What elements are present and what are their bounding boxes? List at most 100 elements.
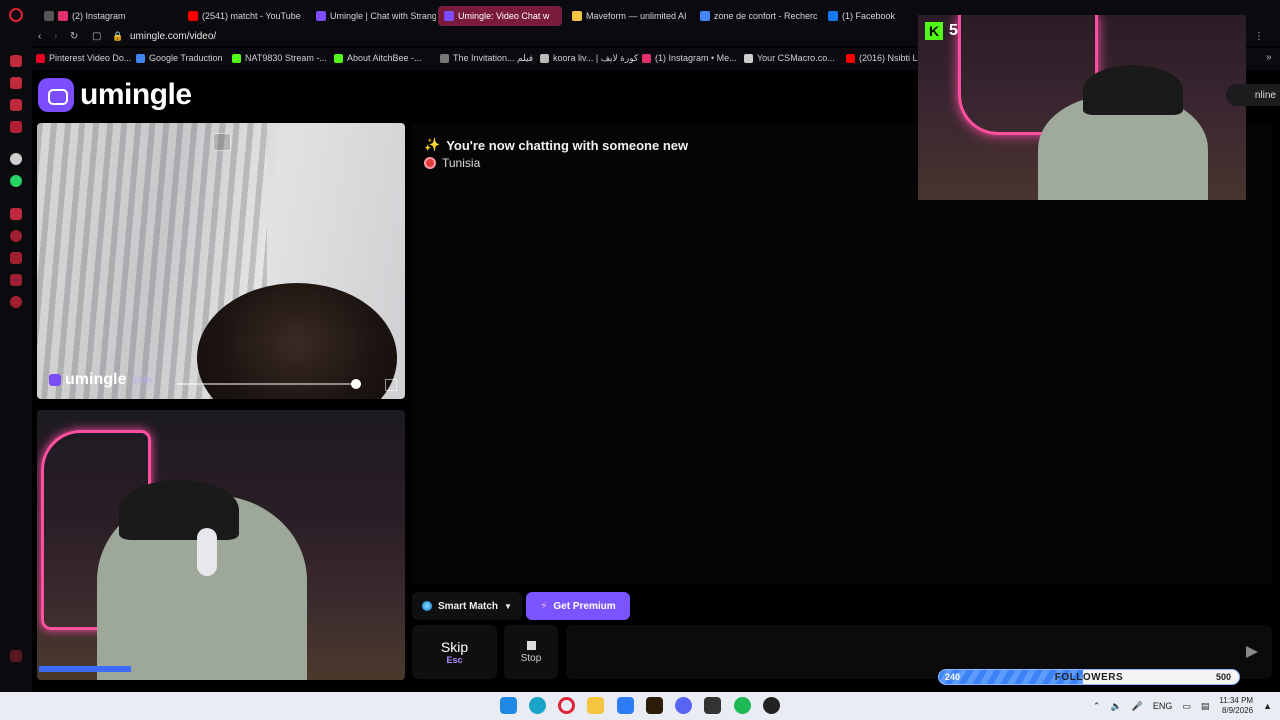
bookmark-favicon-icon [36,53,45,63]
tab-4[interactable]: Maveform — unlimited AI [566,6,692,26]
sidebar-history-icon[interactable] [10,230,22,242]
file-explorer-icon[interactable] [587,697,604,714]
bookmark-favicon-icon [744,53,753,63]
bookmark-favicon-icon [232,53,241,63]
back-icon[interactable]: ‹ [38,31,41,42]
notification-icon[interactable]: ▲ [1263,701,1272,711]
speaker-icon[interactable]: 🔈 [1110,701,1121,712]
umingle-watermark-icon [49,374,61,386]
bookmark-favicon-icon [540,54,549,63]
bookmark-3[interactable]: About AitchBee -... [334,53,422,63]
youtube-favicon-icon [188,11,198,21]
follower-goal-bar: 240 FOLLOWERS 500 [938,669,1240,685]
sidebar-whatsapp-icon[interactable] [10,175,22,187]
instagram-favicon-icon [58,11,68,21]
smart-match-dropdown[interactable]: Smart Match ▼ [412,592,522,620]
chat-status: ✨ You're now chatting with someone new [424,137,689,153]
video-watermark: umingle .com [49,371,152,389]
sidebar-more-icon[interactable] [10,650,22,662]
cap [119,480,239,540]
windows-start-icon[interactable] [500,697,517,714]
sidebar-extensions-icon[interactable] [10,274,22,286]
security-icon[interactable] [617,697,634,714]
microphone-icon[interactable]: 🎤 [1132,701,1143,712]
forward-icon[interactable]: › [54,31,57,42]
stop-button[interactable]: Stop [504,625,558,679]
bookmark-favicon-icon [334,53,343,63]
maveform-favicon-icon [572,11,582,21]
google-favicon-icon [700,11,710,21]
browser-sidebar [0,0,32,692]
reload-icon[interactable]: ↻ [70,31,78,42]
bookmark-6[interactable]: (1) Instagram • Me... [642,53,737,63]
sidebar-chatgpt-icon[interactable] [10,153,22,165]
windows-taskbar: ⌃ 🔈 🎤 ENG ▭ ▤ 11:34 PM 8/9/2026 ▲ [0,692,1280,720]
bookmark-2[interactable]: NAT9830 Stream -... [232,53,327,63]
audio-level-meter [39,666,131,672]
sidebar-downloads-icon[interactable] [10,252,22,264]
sidebar-aria-icon[interactable] [10,55,22,67]
bookmark-0[interactable]: Pinterest Video Do... [36,53,131,63]
stranger-video: umingle .com [37,123,405,399]
sidebar-player-icon[interactable] [10,208,22,220]
lock-icon: 🔒 [112,31,124,41]
volume-slider-handle[interactable] [351,379,361,389]
stop-icon [526,640,536,650]
volume-slider[interactable] [177,383,357,385]
streamer-webcam-overlay [918,15,1246,200]
country-row: Tunisia [424,156,480,170]
tab-5[interactable]: zone de confort - Recherc [694,6,820,26]
sidebar-messenger-icon[interactable] [10,77,22,89]
site-logo[interactable]: umingle [38,78,192,112]
opera-logo-icon[interactable] [9,8,23,22]
facebook-favicon-icon [828,11,838,21]
illustrator-icon[interactable] [646,697,663,714]
skip-button[interactable]: Skip Esc [412,625,497,679]
smart-match-icon [422,601,432,611]
capcut-icon[interactable] [704,697,721,714]
tunisia-flag-icon [424,157,436,169]
headset [197,528,217,576]
bookmark-4[interactable]: The Invitation... فيلم [440,53,533,64]
language-indicator[interactable]: ENG [1153,701,1173,711]
umingle-favicon-icon [316,11,326,21]
battery-icon[interactable]: ▭ [1182,701,1191,712]
url-field[interactable]: umingle.com/video/ [130,31,216,42]
bookmark-7[interactable]: Your CSMacro.co... [744,53,835,63]
bolt-icon: ⚡ [540,600,548,612]
bookmark-favicon-icon [846,53,855,63]
bookmark-5[interactable]: koora liv... | كورة لايف [540,53,638,64]
chevron-up-icon[interactable]: ⌃ [1093,701,1101,712]
bookmark-favicon-icon [440,54,449,63]
sparkle-icon: ✨ [424,137,441,152]
system-tray: ⌃ 🔈 🎤 ENG ▭ ▤ 11:34 PM 8/9/2026 ▲ [1093,696,1272,716]
report-flag-icon[interactable] [385,379,397,391]
bookmark-favicon-icon [136,53,145,63]
bookmark-1[interactable]: Google Traduction [136,53,223,63]
tab-1[interactable]: (2541) matcht - YouTube [182,6,310,26]
sidebar-instagram-icon[interactable] [10,99,22,111]
chevron-down-icon: ▼ [504,601,512,611]
kick-icon: K [925,22,943,40]
network-icon[interactable]: ▤ [1201,701,1210,712]
clock[interactable]: 11:34 PM 8/9/2026 [1219,696,1253,716]
tab-0[interactable]: (2) Instagram [52,6,182,26]
bookmarks-overflow-icon[interactable]: » [1266,52,1272,63]
umingle-favicon-icon [444,11,454,21]
browser-menu-icon[interactable]: ⋮ [1254,31,1264,42]
send-icon[interactable] [1246,646,1258,658]
snapshot-icon[interactable]: ▢ [92,31,101,42]
tab-2[interactable]: Umingle | Chat with Strang [310,6,436,26]
sidebar-settings-icon[interactable] [10,296,22,308]
spotify-icon[interactable] [734,697,751,714]
opera-icon[interactable] [558,697,575,714]
get-premium-button[interactable]: ⚡ Get Premium [526,592,630,620]
bookmark-8[interactable]: (2016) Nsibti La [846,53,923,63]
discord-icon[interactable] [675,697,692,714]
tab-3-active[interactable]: Umingle: Video Chat w [438,6,562,26]
obs-icon[interactable] [763,697,780,714]
tab-6[interactable]: (1) Facebook [822,6,918,26]
edge-icon[interactable] [529,697,546,714]
sidebar-mail-icon[interactable] [10,121,22,133]
expand-icon[interactable] [213,133,231,151]
